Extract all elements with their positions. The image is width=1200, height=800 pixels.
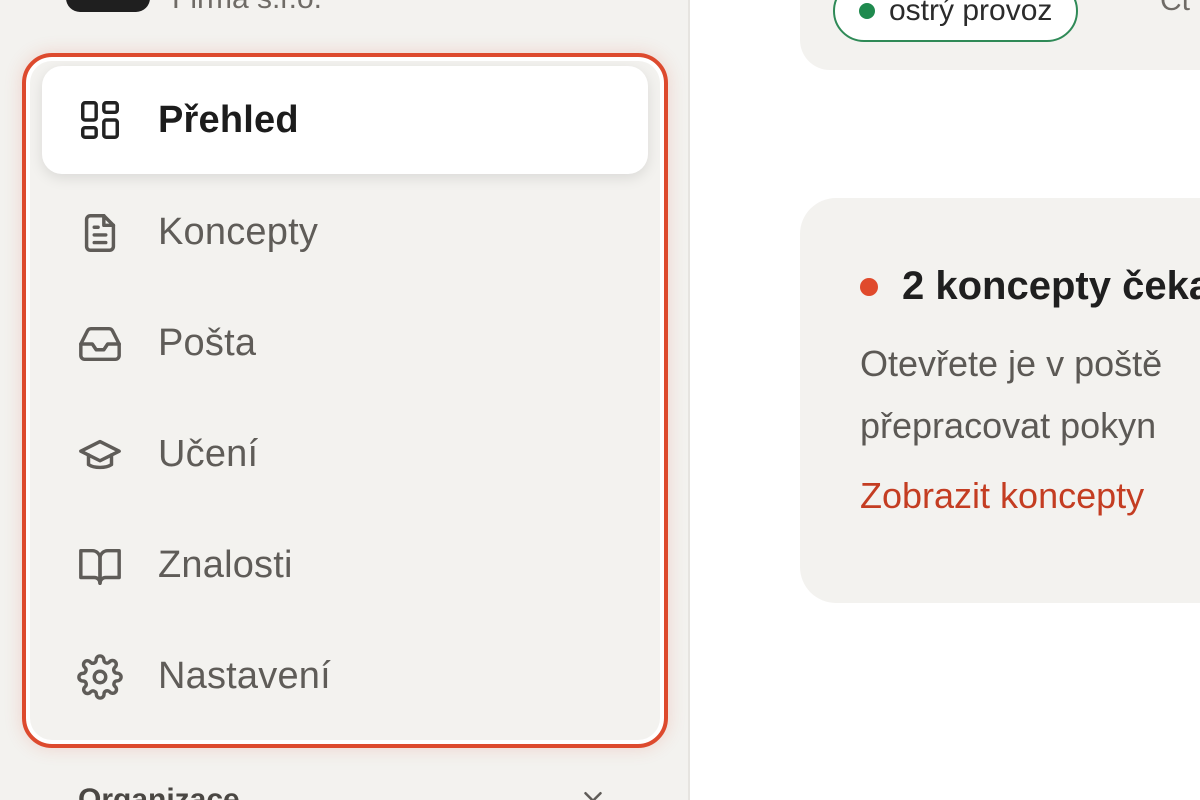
view-drafts-link[interactable]: Zobrazit koncepty	[860, 475, 1200, 517]
inbox-icon	[76, 320, 124, 368]
document-icon	[76, 209, 124, 257]
sidebar-item-label: Nastavení	[158, 655, 331, 697]
sidebar-nav: Přehled Koncepty Pošta Učení Znalosti Na…	[42, 66, 648, 732]
status-badge-label: ostrý provoz	[889, 0, 1053, 27]
alert-body-line: Otevřete je v poště	[860, 343, 1163, 384]
drafts-alert-card: 2 koncepty čeka Otevřete je v poště přep…	[800, 198, 1200, 603]
sidebar-item-label: Pošta	[158, 322, 257, 364]
gear-icon	[76, 653, 124, 701]
sidebar-item-label: Koncepty	[158, 211, 319, 253]
organization-section-toggle[interactable]: Organizace	[78, 782, 608, 800]
alert-body: Otevřete je v poště přepracovat pokyn	[860, 333, 1200, 457]
alert-title: 2 koncepty čeka	[902, 264, 1200, 308]
sidebar-item-label: Znalosti	[158, 544, 293, 586]
status-extra-text: Čt	[1160, 0, 1190, 17]
sidebar-item-znalosti[interactable]: Znalosti	[42, 510, 648, 621]
chevron-down-icon	[578, 782, 608, 800]
graduation-cap-icon	[76, 431, 124, 479]
alert-title-row: 2 koncepty čeka	[860, 264, 1200, 309]
sidebar-item-koncepty[interactable]: Koncepty	[42, 177, 648, 288]
sidebar-item-label: Přehled	[158, 98, 299, 141]
main-content: ostrý provoz Čt 2 koncepty čeka Otevřete…	[692, 0, 1200, 800]
sidebar: Firma s.r.o. Přehled	[0, 0, 690, 800]
sidebar-item-label: Učení	[158, 433, 259, 475]
section-label: Organizace	[78, 782, 240, 800]
dashboard-icon	[76, 96, 124, 144]
alert-dot-icon	[860, 277, 878, 296]
sidebar-item-prehled[interactable]: Přehled	[42, 66, 648, 174]
sidebar-item-nastaveni[interactable]: Nastavení	[42, 621, 648, 732]
status-dot-icon	[859, 3, 875, 19]
book-icon	[76, 542, 124, 590]
organization-name[interactable]: Firma s.r.o.	[172, 0, 322, 14]
organization-logo[interactable]	[66, 0, 150, 12]
status-badge: ostrý provoz	[833, 0, 1079, 42]
alert-body-line: přepracovat pokyn	[860, 405, 1157, 446]
sidebar-item-posta[interactable]: Pošta	[42, 288, 648, 399]
sidebar-item-uceni[interactable]: Učení	[42, 399, 648, 510]
